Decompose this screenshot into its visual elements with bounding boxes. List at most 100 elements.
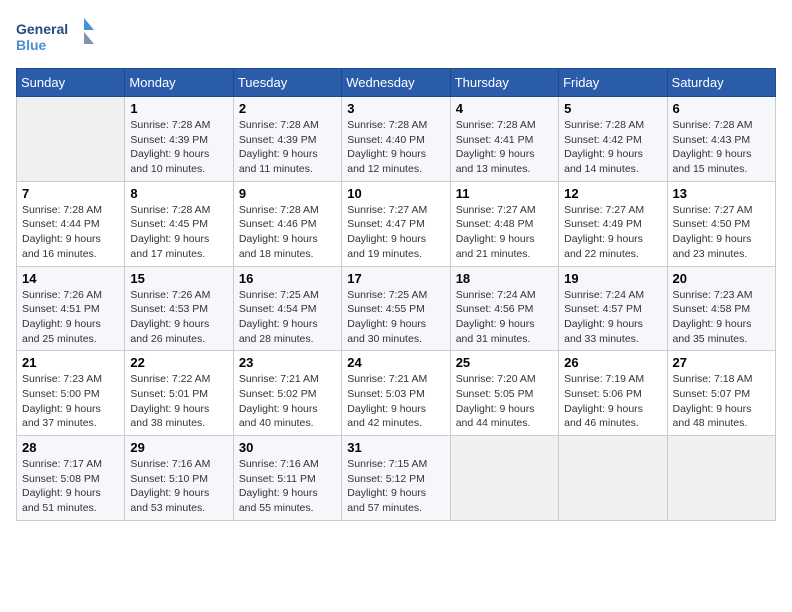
calendar-cell: 22 Sunrise: 7:22 AMSunset: 5:01 PMDayligh… bbox=[125, 351, 233, 436]
cell-details: Sunrise: 7:28 AMSunset: 4:43 PMDaylight:… bbox=[673, 118, 770, 177]
calendar-cell bbox=[450, 436, 558, 521]
cell-details: Sunrise: 7:24 AMSunset: 4:57 PMDaylight:… bbox=[564, 288, 661, 347]
calendar-cell: 26 Sunrise: 7:19 AMSunset: 5:06 PMDayligh… bbox=[559, 351, 667, 436]
cell-details: Sunrise: 7:20 AMSunset: 5:05 PMDaylight:… bbox=[456, 372, 553, 431]
day-number: 6 bbox=[673, 101, 770, 116]
day-number: 15 bbox=[130, 271, 227, 286]
col-header-saturday: Saturday bbox=[667, 69, 775, 97]
cell-details: Sunrise: 7:28 AMSunset: 4:41 PMDaylight:… bbox=[456, 118, 553, 177]
day-number: 17 bbox=[347, 271, 444, 286]
calendar-header-row: SundayMondayTuesdayWednesdayThursdayFrid… bbox=[17, 69, 776, 97]
day-number: 12 bbox=[564, 186, 661, 201]
day-number: 21 bbox=[22, 355, 119, 370]
day-number: 27 bbox=[673, 355, 770, 370]
calendar-cell: 17 Sunrise: 7:25 AMSunset: 4:55 PMDayligh… bbox=[342, 266, 450, 351]
cell-details: Sunrise: 7:15 AMSunset: 5:12 PMDaylight:… bbox=[347, 457, 444, 516]
col-header-monday: Monday bbox=[125, 69, 233, 97]
calendar-cell bbox=[667, 436, 775, 521]
day-number: 9 bbox=[239, 186, 336, 201]
calendar-cell: 5Sunrise: 7:28 AMSunset: 4:42 PMDaylight… bbox=[559, 97, 667, 182]
day-number: 3 bbox=[347, 101, 444, 116]
day-number: 23 bbox=[239, 355, 336, 370]
day-number: 20 bbox=[673, 271, 770, 286]
logo: General Blue bbox=[16, 16, 96, 58]
calendar-cell: 13Sunrise: 7:27 AMSunset: 4:50 PMDayligh… bbox=[667, 181, 775, 266]
calendar-cell: 30 Sunrise: 7:16 AMSunset: 5:11 PMDayligh… bbox=[233, 436, 341, 521]
calendar-cell: 31 Sunrise: 7:15 AMSunset: 5:12 PMDayligh… bbox=[342, 436, 450, 521]
cell-details: Sunrise: 7:28 AMSunset: 4:46 PMDaylight:… bbox=[239, 203, 336, 262]
week-row-2: 7Sunrise: 7:28 AMSunset: 4:44 PMDaylight… bbox=[17, 181, 776, 266]
cell-details: Sunrise: 7:22 AMSunset: 5:01 PMDaylight:… bbox=[130, 372, 227, 431]
cell-details: Sunrise: 7:28 AMSunset: 4:45 PMDaylight:… bbox=[130, 203, 227, 262]
day-number: 4 bbox=[456, 101, 553, 116]
col-header-sunday: Sunday bbox=[17, 69, 125, 97]
calendar-cell: 16Sunrise: 7:25 AMSunset: 4:54 PMDayligh… bbox=[233, 266, 341, 351]
day-number: 10 bbox=[347, 186, 444, 201]
cell-details: Sunrise: 7:18 AMSunset: 5:07 PMDaylight:… bbox=[673, 372, 770, 431]
cell-details: Sunrise: 7:21 AMSunset: 5:03 PMDaylight:… bbox=[347, 372, 444, 431]
col-header-tuesday: Tuesday bbox=[233, 69, 341, 97]
calendar-cell: 11Sunrise: 7:27 AMSunset: 4:48 PMDayligh… bbox=[450, 181, 558, 266]
calendar-cell: 1 Sunrise: 7:28 AMSunset: 4:39 PMDaylight… bbox=[125, 97, 233, 182]
calendar-cell: 19 Sunrise: 7:24 AMSunset: 4:57 PMDayligh… bbox=[559, 266, 667, 351]
calendar-cell: 4 Sunrise: 7:28 AMSunset: 4:41 PMDaylight… bbox=[450, 97, 558, 182]
cell-details: Sunrise: 7:23 AMSunset: 5:00 PMDaylight:… bbox=[22, 372, 119, 431]
col-header-wednesday: Wednesday bbox=[342, 69, 450, 97]
calendar-cell: 8 Sunrise: 7:28 AMSunset: 4:45 PMDaylight… bbox=[125, 181, 233, 266]
cell-details: Sunrise: 7:27 AMSunset: 4:47 PMDaylight:… bbox=[347, 203, 444, 262]
day-number: 19 bbox=[564, 271, 661, 286]
week-row-5: 28 Sunrise: 7:17 AMSunset: 5:08 PMDayligh… bbox=[17, 436, 776, 521]
day-number: 30 bbox=[239, 440, 336, 455]
cell-details: Sunrise: 7:19 AMSunset: 5:06 PMDaylight:… bbox=[564, 372, 661, 431]
cell-details: Sunrise: 7:16 AMSunset: 5:10 PMDaylight:… bbox=[130, 457, 227, 516]
calendar-table: SundayMondayTuesdayWednesdayThursdayFrid… bbox=[16, 68, 776, 521]
calendar-cell: 3 Sunrise: 7:28 AMSunset: 4:40 PMDaylight… bbox=[342, 97, 450, 182]
cell-details: Sunrise: 7:23 AMSunset: 4:58 PMDaylight:… bbox=[673, 288, 770, 347]
cell-details: Sunrise: 7:28 AMSunset: 4:40 PMDaylight:… bbox=[347, 118, 444, 177]
day-number: 29 bbox=[130, 440, 227, 455]
cell-details: Sunrise: 7:16 AMSunset: 5:11 PMDaylight:… bbox=[239, 457, 336, 516]
week-row-1: 1 Sunrise: 7:28 AMSunset: 4:39 PMDaylight… bbox=[17, 97, 776, 182]
cell-details: Sunrise: 7:25 AMSunset: 4:54 PMDaylight:… bbox=[239, 288, 336, 347]
calendar-cell: 23 Sunrise: 7:21 AMSunset: 5:02 PMDayligh… bbox=[233, 351, 341, 436]
calendar-cell: 6 Sunrise: 7:28 AMSunset: 4:43 PMDaylight… bbox=[667, 97, 775, 182]
week-row-3: 14 Sunrise: 7:26 AMSunset: 4:51 PMDayligh… bbox=[17, 266, 776, 351]
cell-details: Sunrise: 7:27 AMSunset: 4:49 PMDaylight:… bbox=[564, 203, 661, 262]
page-header: General Blue bbox=[16, 16, 776, 58]
calendar-cell: 14 Sunrise: 7:26 AMSunset: 4:51 PMDayligh… bbox=[17, 266, 125, 351]
cell-details: Sunrise: 7:28 AMSunset: 4:44 PMDaylight:… bbox=[22, 203, 119, 262]
cell-details: Sunrise: 7:28 AMSunset: 4:39 PMDaylight:… bbox=[239, 118, 336, 177]
col-header-thursday: Thursday bbox=[450, 69, 558, 97]
cell-details: Sunrise: 7:24 AMSunset: 4:56 PMDaylight:… bbox=[456, 288, 553, 347]
day-number: 26 bbox=[564, 355, 661, 370]
day-number: 31 bbox=[347, 440, 444, 455]
calendar-cell: 29 Sunrise: 7:16 AMSunset: 5:10 PMDayligh… bbox=[125, 436, 233, 521]
week-row-4: 21 Sunrise: 7:23 AMSunset: 5:00 PMDayligh… bbox=[17, 351, 776, 436]
cell-details: Sunrise: 7:17 AMSunset: 5:08 PMDaylight:… bbox=[22, 457, 119, 516]
calendar-cell: 9 Sunrise: 7:28 AMSunset: 4:46 PMDaylight… bbox=[233, 181, 341, 266]
cell-details: Sunrise: 7:25 AMSunset: 4:55 PMDaylight:… bbox=[347, 288, 444, 347]
day-number: 22 bbox=[130, 355, 227, 370]
svg-text:General: General bbox=[16, 21, 68, 37]
calendar-cell bbox=[17, 97, 125, 182]
cell-details: Sunrise: 7:21 AMSunset: 5:02 PMDaylight:… bbox=[239, 372, 336, 431]
calendar-cell bbox=[559, 436, 667, 521]
calendar-cell: 20 Sunrise: 7:23 AMSunset: 4:58 PMDayligh… bbox=[667, 266, 775, 351]
svg-text:Blue: Blue bbox=[16, 37, 47, 53]
day-number: 8 bbox=[130, 186, 227, 201]
cell-details: Sunrise: 7:27 AMSunset: 4:48 PMDaylight:… bbox=[456, 203, 553, 262]
day-number: 1 bbox=[130, 101, 227, 116]
day-number: 18 bbox=[456, 271, 553, 286]
cell-details: Sunrise: 7:27 AMSunset: 4:50 PMDaylight:… bbox=[673, 203, 770, 262]
col-header-friday: Friday bbox=[559, 69, 667, 97]
calendar-cell: 28 Sunrise: 7:17 AMSunset: 5:08 PMDayligh… bbox=[17, 436, 125, 521]
cell-details: Sunrise: 7:28 AMSunset: 4:39 PMDaylight:… bbox=[130, 118, 227, 177]
day-number: 14 bbox=[22, 271, 119, 286]
cell-details: Sunrise: 7:26 AMSunset: 4:51 PMDaylight:… bbox=[22, 288, 119, 347]
day-number: 28 bbox=[22, 440, 119, 455]
day-number: 2 bbox=[239, 101, 336, 116]
calendar-cell: 15Sunrise: 7:26 AMSunset: 4:53 PMDayligh… bbox=[125, 266, 233, 351]
day-number: 25 bbox=[456, 355, 553, 370]
day-number: 24 bbox=[347, 355, 444, 370]
calendar-cell: 12 Sunrise: 7:27 AMSunset: 4:49 PMDayligh… bbox=[559, 181, 667, 266]
